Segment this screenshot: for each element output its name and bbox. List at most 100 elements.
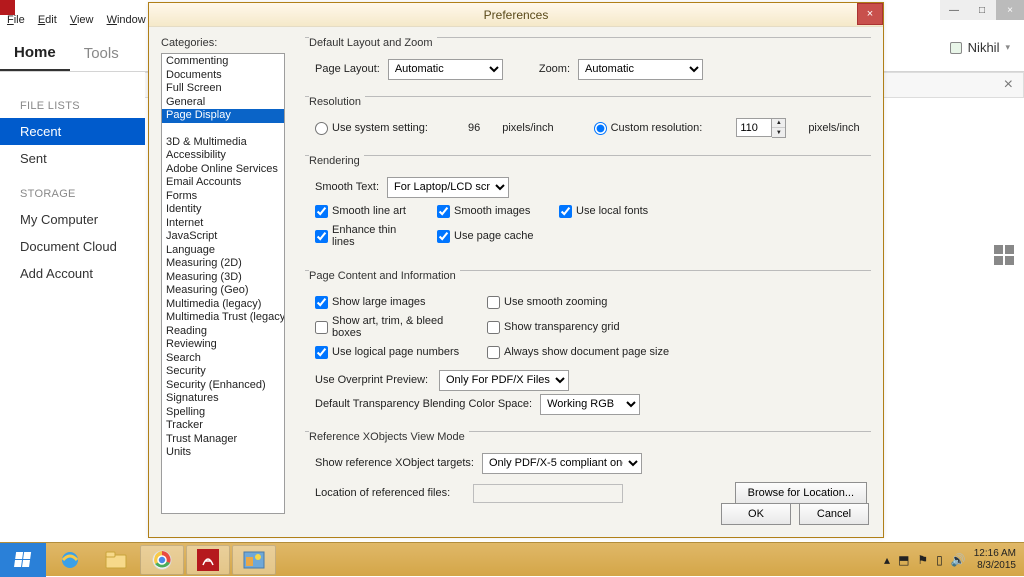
sidebar-item-sent[interactable]: Sent xyxy=(20,145,145,172)
fieldset-rendering: Rendering Smooth Text: For Laptop/LCD sc… xyxy=(305,155,871,254)
category-item[interactable]: Measuring (2D) xyxy=(162,257,284,271)
use-system-radio[interactable] xyxy=(315,122,328,135)
category-item[interactable]: Measuring (3D) xyxy=(162,271,284,285)
smooth-line-art-check[interactable] xyxy=(315,205,328,218)
dialog-close-button[interactable]: × xyxy=(857,3,883,25)
ok-button[interactable]: OK xyxy=(721,503,791,525)
sidebar-item-mycomputer[interactable]: My Computer xyxy=(20,206,145,233)
use-smooth-zooming-check[interactable] xyxy=(487,296,500,309)
smooth-images-check[interactable] xyxy=(437,205,450,218)
show-transparency-grid-check[interactable] xyxy=(487,321,500,334)
category-item[interactable]: Internet xyxy=(162,217,284,231)
taskbar-clock[interactable]: 12:16 AM 8/3/2015 xyxy=(974,548,1016,572)
sidebar: FILE LISTS Recent Sent STORAGE My Comput… xyxy=(0,72,145,542)
category-item[interactable]: Measuring (Geo) xyxy=(162,284,284,298)
overprint-select[interactable]: Only For PDF/X Files xyxy=(439,370,569,391)
menu-edit[interactable]: Edit xyxy=(38,14,57,26)
zoom-select[interactable]: Automatic xyxy=(578,59,703,80)
use-logical-page-numbers-label: Use logical page numbers xyxy=(332,346,459,358)
show-targets-select[interactable]: Only PDF/X-5 compliant ones xyxy=(482,453,642,474)
smooth-text-select[interactable]: For Laptop/LCD screens xyxy=(387,177,509,198)
start-button[interactable] xyxy=(0,543,46,577)
show-art-trim-check[interactable] xyxy=(315,321,328,334)
page-layout-label: Page Layout: xyxy=(315,63,380,75)
tray-volume-icon[interactable]: 🔊 xyxy=(951,553,966,567)
banner-close-icon[interactable]: × xyxy=(1004,76,1013,94)
category-item[interactable]: Email Accounts xyxy=(162,176,284,190)
menu-file[interactable]: File xyxy=(7,14,25,26)
category-item[interactable]: Security (Enhanced) xyxy=(162,379,284,393)
enhance-thin-lines-check[interactable] xyxy=(315,230,328,243)
category-item[interactable]: Search xyxy=(162,352,284,366)
custom-resolution-radio[interactable] xyxy=(594,122,607,135)
fieldset-layout-zoom: Default Layout and Zoom Page Layout: Aut… xyxy=(305,37,871,86)
category-item[interactable]: Accessibility xyxy=(162,149,284,163)
category-item[interactable]: Signatures xyxy=(162,392,284,406)
category-item[interactable]: Reviewing xyxy=(162,338,284,352)
category-item[interactable]: Spelling xyxy=(162,406,284,420)
category-item-page-display[interactable]: Page Display xyxy=(162,109,284,123)
tab-tools[interactable]: Tools xyxy=(70,36,133,71)
tray-charm-icon[interactable]: ⬒ xyxy=(898,553,909,567)
taskbar-explorer-icon[interactable] xyxy=(94,545,138,575)
blending-select[interactable]: Working RGB xyxy=(540,394,640,415)
tray-show-hidden-icon[interactable]: ▴ xyxy=(884,553,890,567)
show-large-images-check[interactable] xyxy=(315,296,328,309)
always-show-size-check[interactable] xyxy=(487,346,500,359)
category-item[interactable]: JavaScript xyxy=(162,230,284,244)
page-layout-select[interactable]: Automatic xyxy=(388,59,503,80)
taskbar-acrobat-icon[interactable] xyxy=(186,545,230,575)
browse-location-button[interactable]: Browse for Location... xyxy=(735,482,867,504)
categories-list[interactable]: Commenting Documents Full Screen General… xyxy=(161,53,285,514)
pixels-inch-label-2: pixels/inch xyxy=(808,122,859,134)
dialog-title: Preferences xyxy=(484,8,549,22)
legend-ref-xobjects: Reference XObjects View Mode xyxy=(309,431,469,443)
category-item[interactable]: Commenting xyxy=(162,55,284,69)
window-close-button[interactable]: × xyxy=(996,0,1024,20)
sidebar-item-addaccount[interactable]: Add Account xyxy=(20,260,145,287)
taskbar: ▴ ⬒ ⚑ ▯ 🔊 12:16 AM 8/3/2015 xyxy=(0,542,1024,576)
system-res-value: 96 xyxy=(468,122,480,134)
category-item[interactable]: Tracker xyxy=(162,419,284,433)
cancel-button[interactable]: Cancel xyxy=(799,503,869,525)
menu-window[interactable]: Window xyxy=(107,14,146,26)
sidebar-item-recent[interactable]: Recent xyxy=(0,118,145,145)
category-item[interactable]: Adobe Online Services xyxy=(162,163,284,177)
category-item[interactable]: Identity xyxy=(162,203,284,217)
show-large-images-label: Show large images xyxy=(332,296,426,308)
category-item[interactable]: Units xyxy=(162,446,284,460)
category-item[interactable]: Multimedia Trust (legacy) xyxy=(162,311,284,325)
tray-network-icon[interactable]: ▯ xyxy=(936,553,943,567)
categories-label: Categories: xyxy=(161,37,293,49)
spinner-down-icon[interactable]: ▼ xyxy=(772,128,785,137)
taskbar-app-icon[interactable] xyxy=(232,545,276,575)
window-maximize-button[interactable]: □ xyxy=(968,0,996,20)
use-logical-page-numbers-check[interactable] xyxy=(315,346,328,359)
category-item[interactable]: Security xyxy=(162,365,284,379)
use-page-cache-check[interactable] xyxy=(437,230,450,243)
grid-view-icon[interactable] xyxy=(994,245,1014,265)
tray-flag-icon[interactable]: ⚑ xyxy=(917,553,928,567)
sidebar-item-documentcloud[interactable]: Document Cloud xyxy=(20,233,145,260)
taskbar-chrome-icon[interactable] xyxy=(140,545,184,575)
taskbar-ie-icon[interactable] xyxy=(48,545,92,575)
category-item[interactable]: Full Screen xyxy=(162,82,284,96)
use-local-fonts-check[interactable] xyxy=(559,205,572,218)
legend-layout-zoom: Default Layout and Zoom xyxy=(309,37,437,49)
window-minimize-button[interactable]: — xyxy=(940,0,968,20)
category-item[interactable]: 3D & Multimedia xyxy=(162,136,284,150)
category-item[interactable]: Multimedia (legacy) xyxy=(162,298,284,312)
category-item[interactable]: Language xyxy=(162,244,284,258)
custom-resolution-input[interactable] xyxy=(736,118,772,137)
category-item[interactable]: General xyxy=(162,96,284,110)
category-item[interactable]: Forms xyxy=(162,190,284,204)
legend-rendering: Rendering xyxy=(309,155,364,167)
category-item[interactable]: Trust Manager xyxy=(162,433,284,447)
user-menu[interactable]: Nikhil ▾ xyxy=(950,40,1010,55)
tab-home[interactable]: Home xyxy=(0,36,70,71)
menu-view[interactable]: View xyxy=(70,14,94,26)
category-item[interactable]: Reading xyxy=(162,325,284,339)
category-item[interactable]: Documents xyxy=(162,69,284,83)
overprint-label: Use Overprint Preview: xyxy=(315,374,431,386)
spinner-up-icon[interactable]: ▲ xyxy=(772,119,785,128)
